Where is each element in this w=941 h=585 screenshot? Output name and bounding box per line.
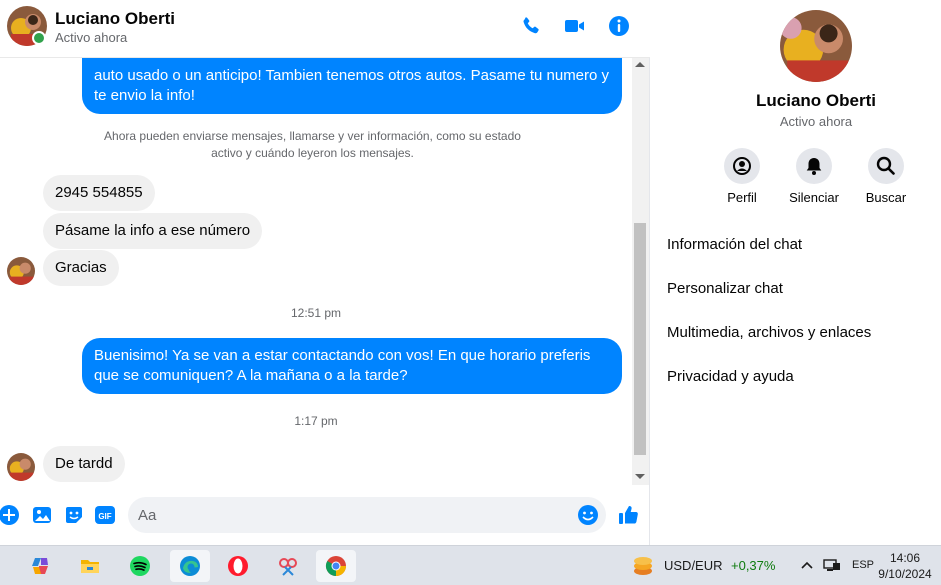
message-text: auto usado o un anticipo! Tambien tenemo… (94, 67, 610, 104)
file-explorer-icon[interactable] (70, 550, 110, 582)
menu-media-files-links[interactable]: Multimedia, archivos y enlaces (667, 324, 871, 341)
search-action[interactable]: Buscar (851, 148, 921, 205)
profile-action[interactable]: Perfil (707, 148, 777, 205)
mute-label: Silenciar (789, 190, 839, 205)
chat-header: Luciano Oberti Activo ahora (0, 0, 650, 58)
spotify-icon[interactable] (120, 550, 160, 582)
snipping-tool-icon[interactable] (268, 550, 308, 582)
clock-date: 9/10/2024 (878, 567, 932, 581)
contact-avatar[interactable] (7, 453, 35, 481)
composer: GIF (0, 490, 650, 540)
photo-icon[interactable] (31, 504, 53, 526)
contact-name[interactable]: Luciano Oberti (55, 9, 175, 29)
svg-text:GIF: GIF (98, 512, 111, 521)
opera-icon[interactable] (218, 550, 258, 582)
scroll-thumb[interactable] (634, 223, 646, 455)
network-icon[interactable] (823, 557, 841, 573)
sticker-icon[interactable] (63, 504, 85, 526)
scroll-up-icon[interactable] (635, 62, 645, 67)
message-incoming[interactable]: Pásame la info a ese número (43, 213, 263, 249)
online-indicator (32, 31, 46, 45)
message-timestamp: 12:51 pm (290, 306, 342, 320)
clock-time: 14:06 (889, 551, 921, 565)
menu-privacy-help[interactable]: Privacidad y ayuda (667, 368, 794, 385)
currency-pair[interactable]: USD/EUR (664, 558, 723, 573)
video-call-icon[interactable] (563, 14, 587, 38)
message-input[interactable] (138, 497, 578, 533)
info-contact-name: Luciano Oberti (756, 91, 876, 110)
menu-chat-info[interactable]: Información del chat (667, 236, 802, 253)
bell-icon (796, 148, 832, 184)
chevron-up-icon[interactable] (800, 558, 814, 572)
plus-icon[interactable] (0, 504, 20, 526)
contact-status: Activo ahora (55, 30, 128, 45)
message-incoming[interactable]: Gracias (43, 250, 119, 286)
message-text: De tardd (55, 455, 113, 472)
info-contact-status: Activo ahora (779, 114, 853, 129)
language-indicator[interactable]: ESP (852, 559, 874, 571)
message-outgoing[interactable]: auto usado o un anticipo! Tambien tenemo… (82, 58, 622, 114)
system-clock[interactable]: 14:06 9/10/2024 (872, 550, 938, 582)
message-text: Gracias (55, 259, 107, 276)
search-label: Buscar (865, 190, 907, 205)
search-icon (868, 148, 904, 184)
gif-icon[interactable]: GIF (94, 504, 116, 526)
chat-panel: Luciano Oberti Activo ahora auto usado o… (0, 0, 650, 545)
taskbar: USD/EUR +0,37% ESP 14:06 9/10/2024 (0, 545, 941, 585)
system-notice: Ahora pueden enviarse mensajes, llamarse… (104, 129, 521, 160)
contact-avatar[interactable] (7, 257, 35, 285)
mute-action[interactable]: Silenciar (779, 148, 849, 205)
messenger-app: Luciano Oberti Activo ahora auto usado o… (0, 0, 941, 545)
message-timestamp: 1:17 pm (294, 414, 338, 428)
currency-change: +0,37% (731, 558, 776, 573)
chrome-icon[interactable] (316, 550, 356, 582)
message-incoming[interactable]: De tardd (43, 446, 125, 482)
phone-icon[interactable] (519, 14, 543, 38)
profile-label: Perfil (727, 190, 757, 205)
message-text: Buenisimo! Ya se van a estar contactando… (94, 347, 591, 384)
message-input-box[interactable] (128, 497, 606, 533)
currency-widget-icon[interactable] (632, 555, 654, 577)
message-text: 2945 554855 (55, 184, 143, 201)
message-list[interactable]: auto usado o un anticipo! Tambien tenemo… (0, 58, 632, 485)
message-incoming[interactable]: 2945 554855 (43, 175, 155, 211)
emoji-icon[interactable] (577, 504, 599, 526)
edge-icon[interactable] (170, 550, 210, 582)
contact-avatar-large[interactable] (780, 10, 852, 82)
message-text: Pásame la info a ese número (55, 222, 251, 239)
thumbs-up-icon[interactable] (617, 504, 639, 526)
menu-customize-chat[interactable]: Personalizar chat (667, 280, 783, 297)
chat-info-panel: Luciano Oberti Activo ahora Perfil Silen… (651, 0, 941, 545)
info-icon[interactable] (607, 14, 631, 38)
copilot-icon[interactable] (20, 550, 60, 582)
profile-icon (724, 148, 760, 184)
message-outgoing[interactable]: Buenisimo! Ya se van a estar contactando… (82, 338, 622, 394)
message-scrollbar[interactable] (632, 58, 649, 485)
scroll-down-icon[interactable] (635, 474, 645, 479)
